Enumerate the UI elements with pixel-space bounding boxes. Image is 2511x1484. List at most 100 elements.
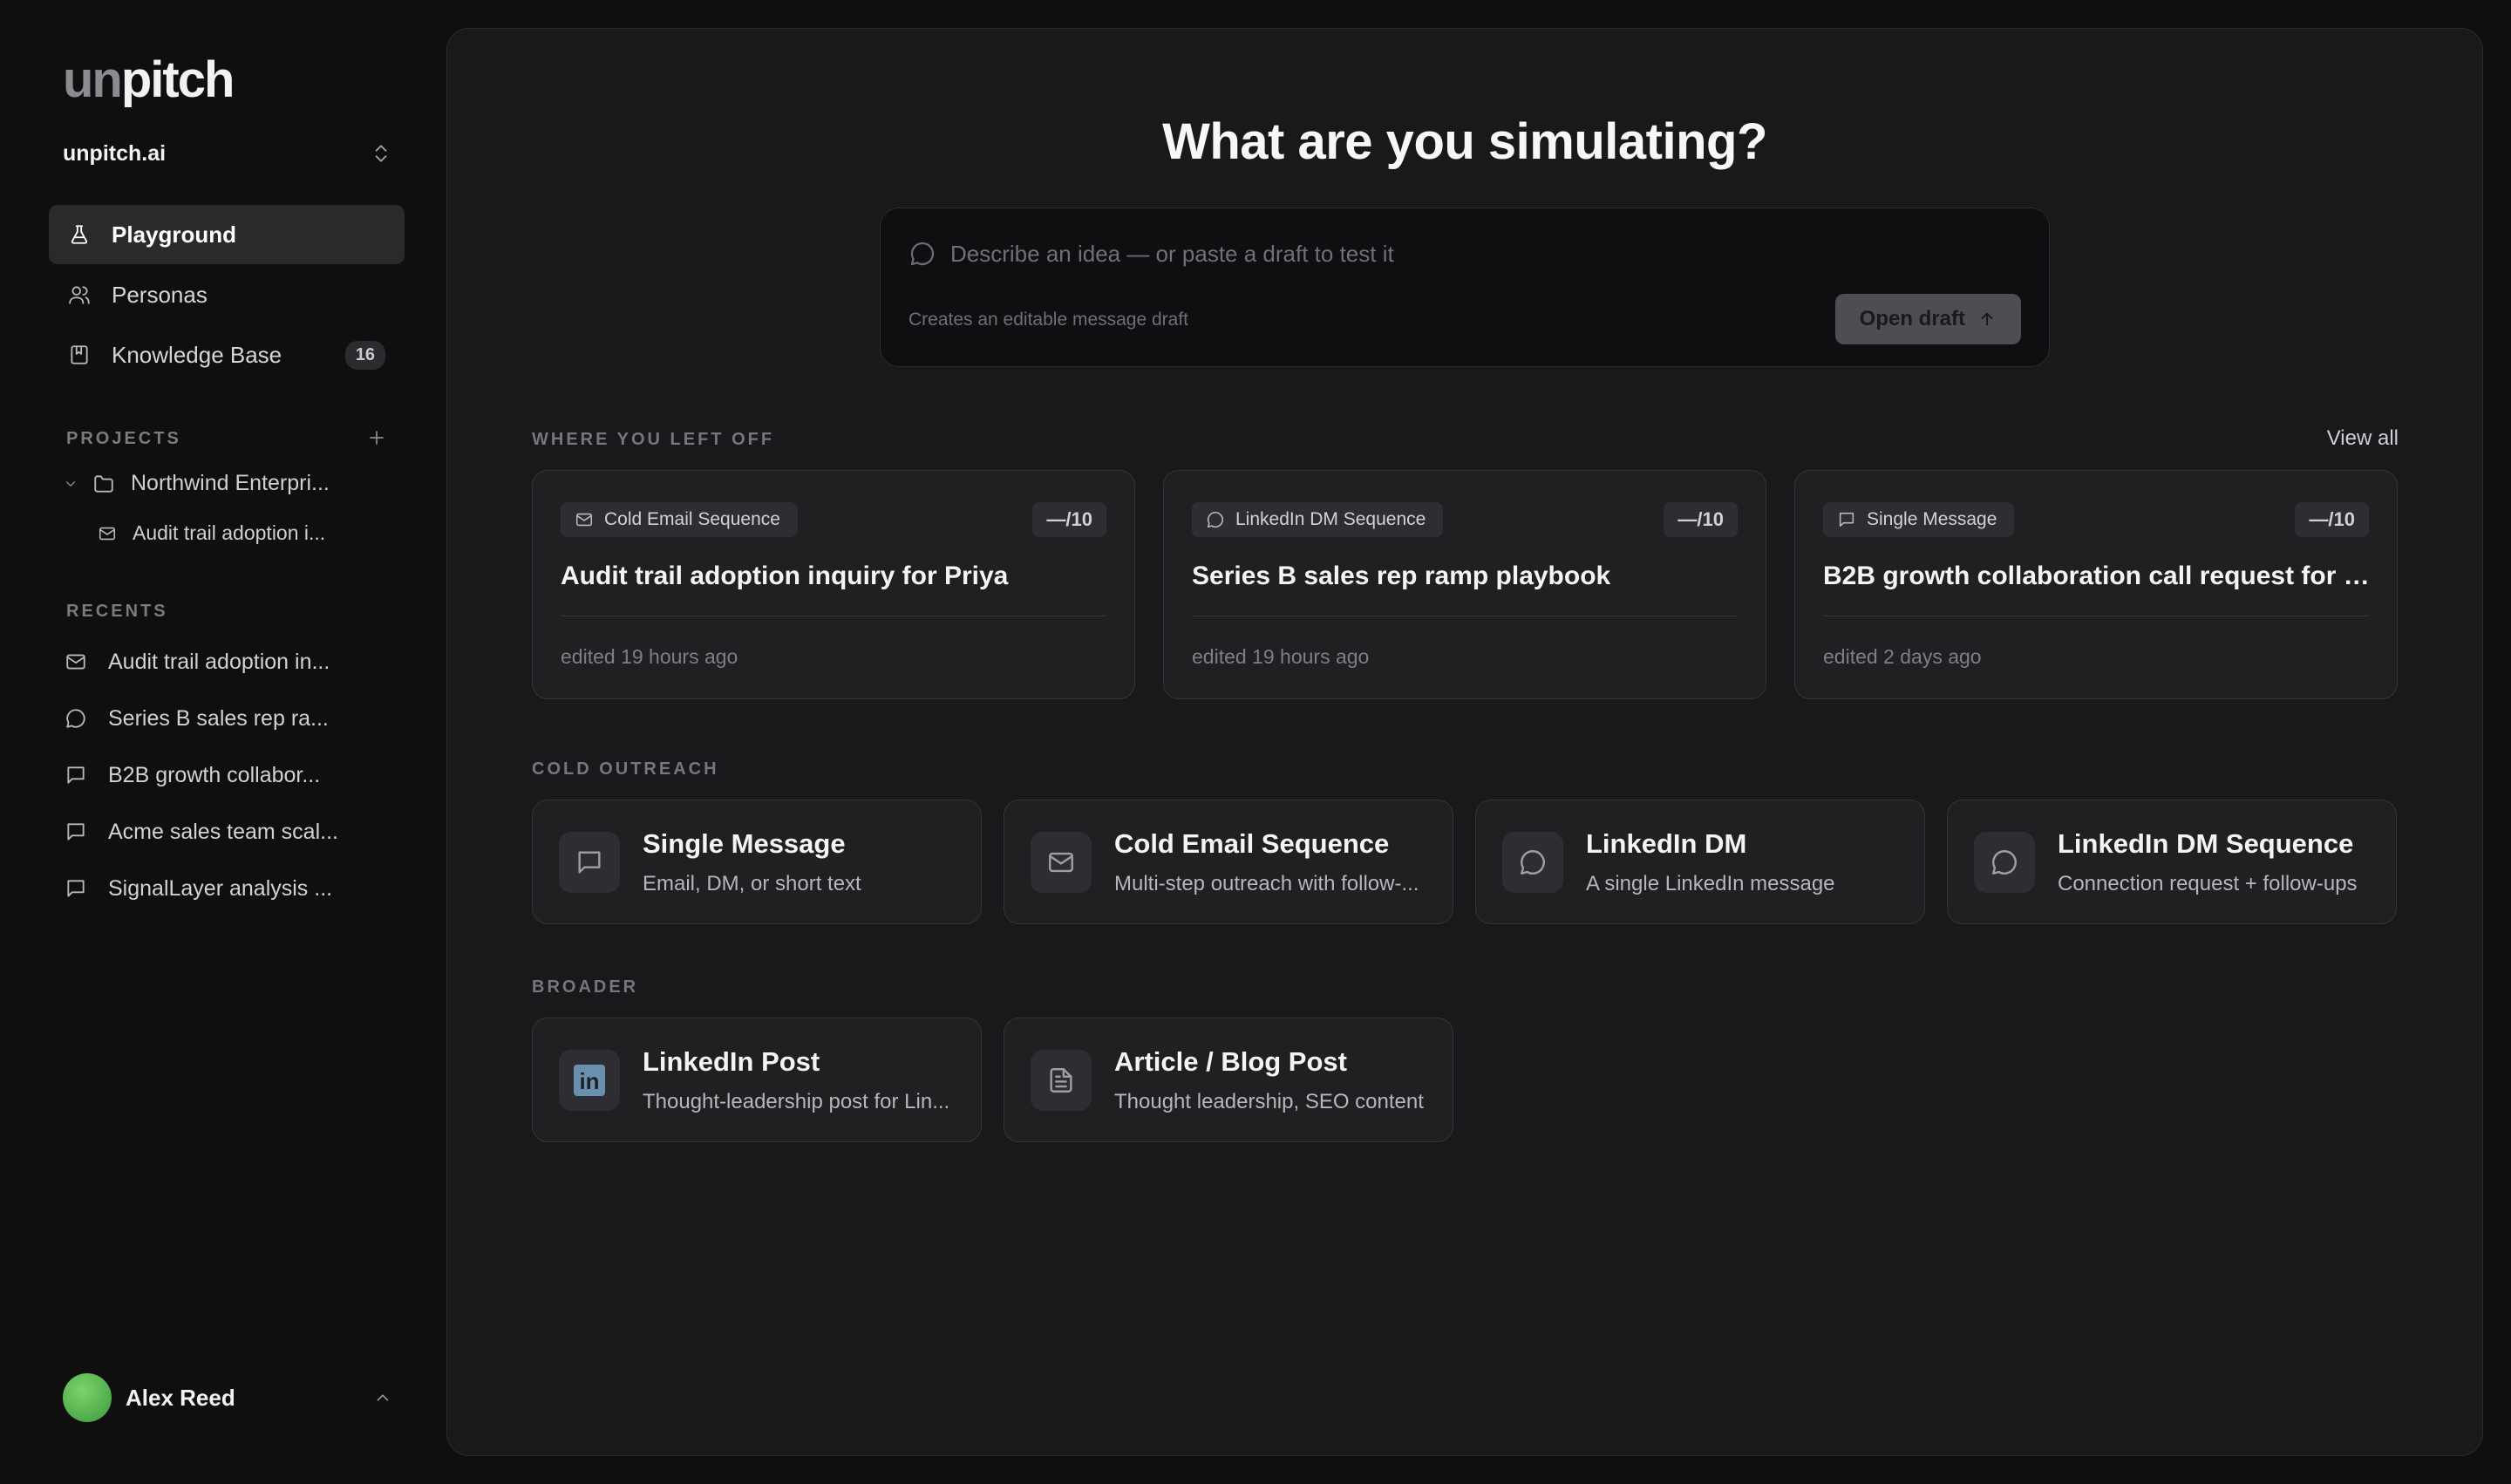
nav-item-personas[interactable]: Personas [49, 265, 405, 324]
draft-title: Audit trail adoption inquiry for Priya [561, 562, 1009, 590]
cold-outreach-title: COLD OUTREACH [532, 759, 719, 779]
template-description: Email, DM, or short text [643, 872, 861, 895]
nav-item-label: Playground [112, 221, 237, 248]
book-icon [68, 344, 91, 366]
where-you-left-off-title: WHERE YOU LEFT OFF [532, 430, 775, 449]
recent-item[interactable]: SignalLayer analysis ... [65, 871, 378, 906]
idea-input[interactable] [950, 235, 2014, 273]
page-title: What are you simulating? [1162, 113, 1767, 170]
chat-bubble-icon [1974, 832, 2035, 893]
workspace-switcher[interactable]: unpitch.ai [63, 140, 392, 167]
recent-item[interactable]: Acme sales team scal... [65, 814, 378, 849]
draft-type-chip: LinkedIn DM Sequence [1192, 502, 1444, 537]
template-description: A single LinkedIn message [1586, 872, 1835, 895]
draft-type-label: Cold Email Sequence [604, 509, 780, 529]
broader-title: BROADER [532, 977, 639, 997]
template-card-cold-email-sequence[interactable]: Cold Email Sequence Multi-step outreach … [1004, 800, 1453, 924]
sidebar: unpitch unpitch.ai Playground Personas K… [0, 0, 441, 1484]
recent-item-label: B2B growth collabor... [108, 762, 321, 787]
project-folder-northwind[interactable]: Northwind Enterpri... [63, 471, 330, 496]
chevrons-up-down-icon [370, 142, 392, 165]
user-menu[interactable]: Alex Reed [63, 1372, 392, 1423]
add-project-plus-icon[interactable] [366, 427, 387, 448]
chat-bubble-icon [1206, 510, 1225, 529]
template-title: LinkedIn DM [1586, 828, 1747, 859]
template-title: LinkedIn DM Sequence [2058, 828, 2354, 859]
recent-item[interactable]: Series B sales rep ra... [65, 701, 378, 736]
template-title: LinkedIn Post [643, 1046, 820, 1077]
mail-icon [1031, 832, 1092, 893]
score-badge: —/10 [2295, 502, 2369, 537]
user-name: Alex Reed [126, 1384, 235, 1411]
avatar [63, 1373, 112, 1422]
recent-item[interactable]: Audit trail adoption in... [65, 644, 378, 679]
draft-type-chip: Single Message [1823, 502, 2015, 537]
draft-title: Series B sales rep ramp playbook [1192, 562, 1611, 590]
recent-item-label: Audit trail adoption in... [108, 649, 330, 674]
template-description: Connection request + follow-ups [2058, 872, 2358, 895]
composer: Creates an editable message draft Open d… [880, 208, 2050, 367]
main-nav: Playground Personas Knowledge Base 16 [49, 205, 405, 385]
template-description: Multi-step outreach with follow-... [1114, 872, 1419, 895]
nav-item-playground[interactable]: Playground [49, 205, 405, 264]
template-title: Article / Blog Post [1114, 1046, 1347, 1077]
template-description: Thought leadership, SEO content [1114, 1090, 1424, 1113]
recent-draft-card[interactable]: Cold Email Sequence —/10 Audit trail ado… [532, 470, 1135, 699]
chevron-down-icon [63, 476, 78, 492]
draft-edited-time: edited 2 days ago [1823, 645, 1982, 668]
template-description: Thought-leadership post for Lin... [643, 1090, 950, 1113]
open-draft-label: Open draft [1859, 307, 1965, 330]
linkedin-icon: in [559, 1050, 620, 1111]
template-card-single-message[interactable]: Single Message Email, DM, or short text [532, 800, 982, 924]
template-card-linkedin-dm-sequence[interactable]: LinkedIn DM Sequence Connection request … [1947, 800, 2397, 924]
mail-icon [98, 524, 117, 543]
knowledge-base-count: 16 [344, 340, 385, 370]
draft-title: B2B growth collaboration call request fo… [1823, 562, 2371, 590]
recent-item-label: Series B sales rep ra... [108, 705, 329, 731]
nav-item-label: Personas [112, 281, 208, 308]
chevron-up-icon [373, 1388, 392, 1407]
template-card-linkedin-post[interactable]: in LinkedIn Post Thought-leadership post… [532, 1018, 982, 1142]
message-square-icon [559, 832, 620, 893]
main-panel: What are you simulating? Creates an edit… [446, 28, 2483, 1456]
mail-icon [575, 510, 594, 529]
mail-icon [65, 650, 87, 673]
arrow-up-icon [1977, 310, 1997, 329]
score-badge: —/10 [1032, 502, 1106, 537]
workspace-name: unpitch.ai [63, 140, 167, 166]
message-square-icon [65, 820, 87, 843]
message-square-icon [65, 764, 87, 786]
message-square-icon [65, 877, 87, 900]
folder-icon [92, 473, 115, 495]
draft-type-chip: Cold Email Sequence [561, 502, 798, 537]
recent-item-label: Acme sales team scal... [108, 819, 338, 844]
template-card-article-blog-post[interactable]: Article / Blog Post Thought leadership, … [1004, 1018, 1453, 1142]
recent-item[interactable]: B2B growth collabor... [65, 758, 378, 793]
template-title: Single Message [643, 828, 846, 859]
nav-item-knowledge-base[interactable]: Knowledge Base 16 [49, 325, 405, 385]
draft-type-label: LinkedIn DM Sequence [1235, 509, 1426, 529]
chat-bubble-icon [908, 240, 936, 268]
users-icon [68, 283, 91, 306]
chat-bubble-icon [65, 707, 87, 730]
nav-item-label: Knowledge Base [112, 341, 282, 368]
project-folder-label: Northwind Enterpri... [131, 471, 330, 495]
template-title: Cold Email Sequence [1114, 828, 1390, 859]
app-logo[interactable]: unpitch [63, 51, 235, 109]
recent-draft-card[interactable]: LinkedIn DM Sequence —/10 Series B sales… [1163, 470, 1766, 699]
draft-edited-time: edited 19 hours ago [561, 645, 738, 668]
project-child-item[interactable]: Audit trail adoption i... [98, 521, 325, 545]
projects-label: PROJECTS [66, 429, 181, 448]
recent-draft-card[interactable]: Single Message —/10 B2B growth collabora… [1794, 470, 2398, 699]
recents-label: RECENTS [66, 602, 168, 621]
project-child-label: Audit trail adoption i... [133, 521, 326, 544]
composer-hint: Creates an editable message draft [908, 310, 1189, 330]
view-all-link[interactable]: View all [2327, 426, 2399, 451]
draft-type-label: Single Message [1867, 509, 1997, 529]
open-draft-button[interactable]: Open draft [1834, 294, 2021, 344]
flask-icon [68, 223, 91, 246]
score-badge: —/10 [1664, 502, 1738, 537]
template-card-linkedin-dm[interactable]: LinkedIn DM A single LinkedIn message [1475, 800, 1925, 924]
document-icon [1031, 1050, 1092, 1111]
chat-bubble-icon [1502, 832, 1563, 893]
